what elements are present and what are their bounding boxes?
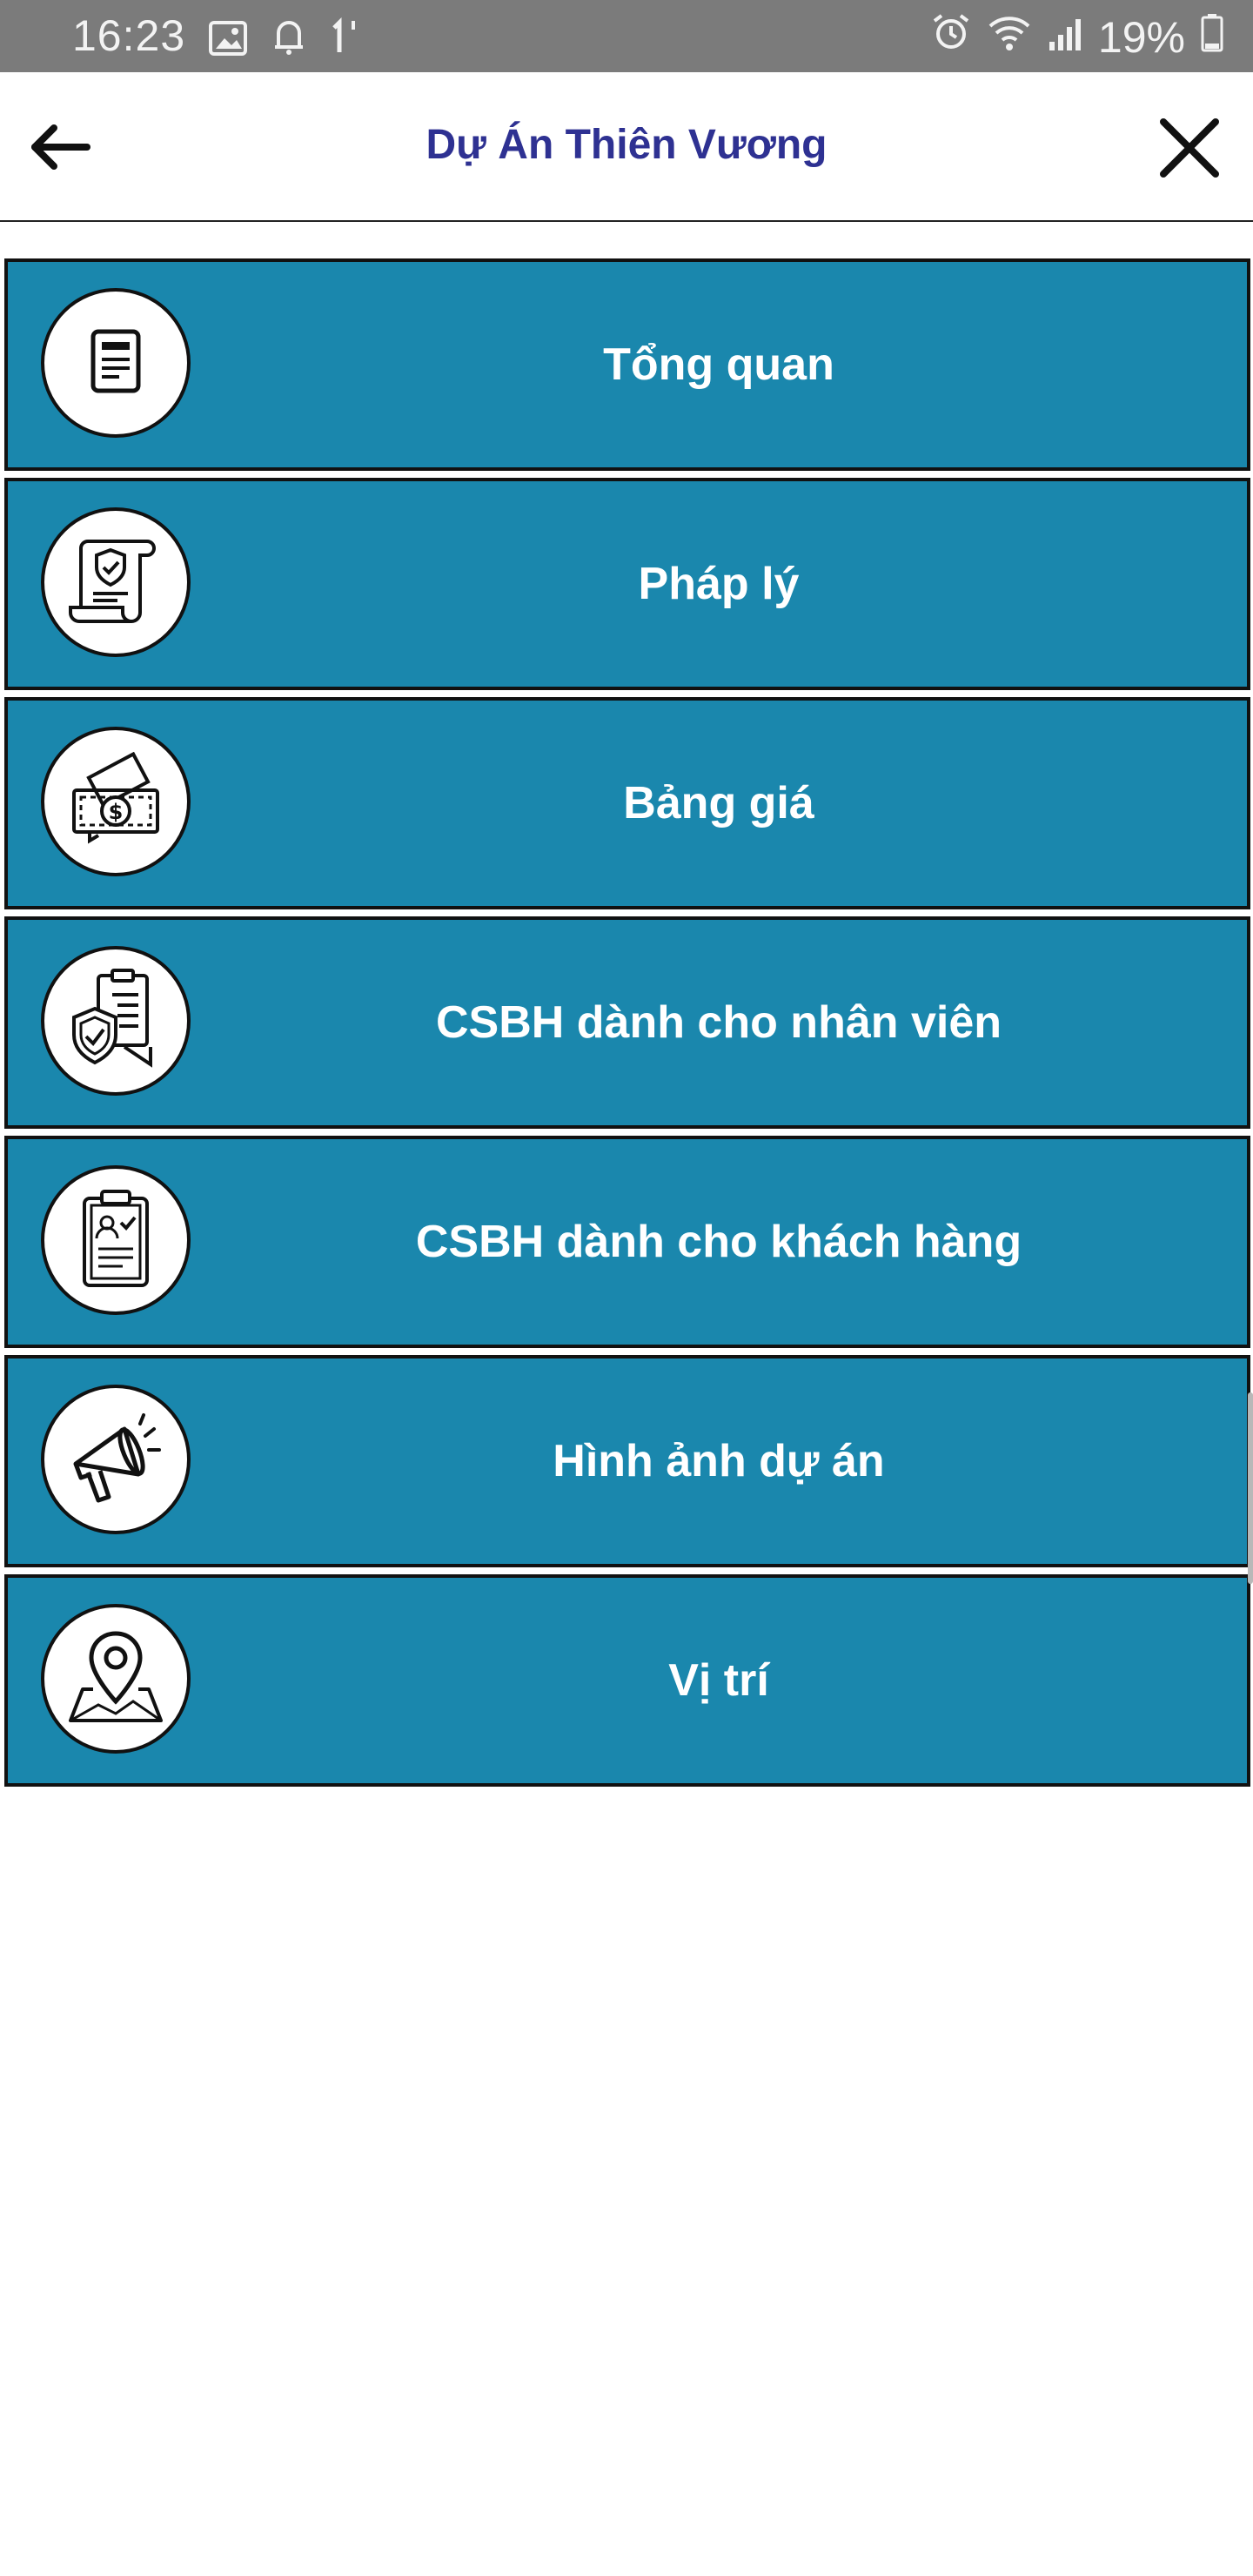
document-icon <box>84 326 147 400</box>
app-header: Dự Án Thiên Vương <box>0 72 1253 222</box>
menu-icon-badge <box>41 1604 191 1754</box>
menu-item-customer-policy[interactable]: CSBH dành cho khách hàng <box>4 1136 1250 1348</box>
wifi-icon <box>987 12 1032 63</box>
megaphone-icon <box>64 1410 168 1510</box>
status-time: 16:23 <box>72 11 186 60</box>
customer-clipboard-icon <box>72 1186 159 1295</box>
menu-item-label: CSBH dành cho nhân viên <box>435 997 1002 1048</box>
data-icon <box>331 16 362 66</box>
status-right-icons: 19% <box>931 12 1223 63</box>
menu-item-staff-policy[interactable]: CSBH dành cho nhân viên <box>4 916 1250 1129</box>
money-icon: $ <box>64 751 168 852</box>
bell-icon <box>271 16 306 66</box>
menu-item-label: Hình ảnh dự án <box>553 1436 885 1486</box>
menu-icon-badge <box>41 1385 191 1534</box>
menu-icon-badge: $ <box>41 727 191 876</box>
menu-icon-badge <box>41 1165 191 1315</box>
battery-icon <box>1201 12 1223 63</box>
menu-item-location[interactable]: Vị trí <box>4 1574 1250 1787</box>
close-icon <box>1158 117 1221 184</box>
page-title: Dự Án Thiên Vương <box>425 122 828 168</box>
menu-item-legal[interactable]: Pháp lý <box>4 478 1250 690</box>
alarm-icon <box>931 12 971 63</box>
policy-shield-icon <box>64 968 168 1074</box>
project-menu: Tổng quan Pháp lý $ Bảng giá CSBH dành c… <box>4 258 1250 1794</box>
menu-icon-badge <box>41 946 191 1096</box>
menu-item-label: Bảng giá <box>623 778 814 828</box>
svg-text:$: $ <box>109 800 124 824</box>
legal-scroll-icon <box>64 533 168 633</box>
scrollbar[interactable] <box>1248 1392 1253 1584</box>
menu-item-label: Vị trí <box>668 1655 769 1706</box>
map-pin-icon <box>64 1627 168 1732</box>
status-bar: 16:23 19% <box>0 0 1253 72</box>
menu-item-overview[interactable]: Tổng quan <box>4 258 1250 471</box>
menu-icon-badge <box>41 507 191 657</box>
close-button[interactable] <box>1150 111 1229 189</box>
menu-item-price-list[interactable]: $ Bảng giá <box>4 697 1250 909</box>
menu-item-label: Pháp lý <box>638 559 800 609</box>
menu-item-label: Tổng quan <box>603 339 834 390</box>
signal-icon <box>1048 12 1082 63</box>
status-left-icons <box>209 16 362 66</box>
battery-percent: 19% <box>1097 13 1185 62</box>
menu-item-project-images[interactable]: Hình ảnh dự án <box>4 1355 1250 1567</box>
menu-item-label: CSBH dành cho khách hàng <box>415 1217 1022 1267</box>
gallery-icon <box>209 16 247 66</box>
menu-icon-badge <box>41 288 191 438</box>
